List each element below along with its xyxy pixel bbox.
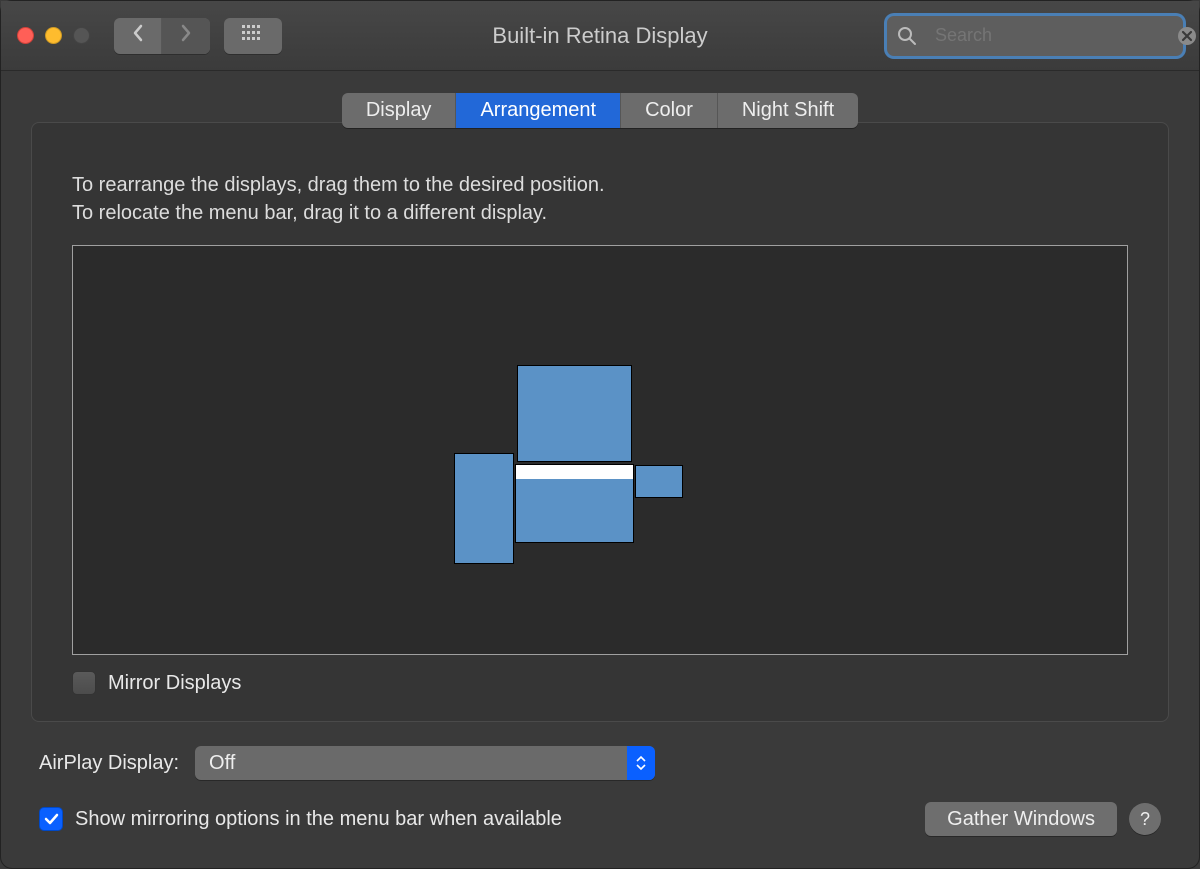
- instructions: To rearrange the displays, drag them to …: [72, 171, 1128, 227]
- titlebar: Built-in Retina Display: [1, 1, 1199, 71]
- show-mirroring-label: Show mirroring options in the menu bar w…: [75, 808, 562, 831]
- search-icon: [897, 26, 917, 46]
- help-icon: ?: [1140, 809, 1150, 830]
- instructions-line-2: To relocate the menu bar, drag it to a d…: [72, 199, 1128, 227]
- display-arrangement-area[interactable]: [72, 245, 1128, 655]
- mirror-displays-label: Mirror Displays: [108, 672, 241, 695]
- traffic-lights: [17, 27, 90, 44]
- content-area: DisplayArrangementColorNight Shift To re…: [1, 71, 1199, 858]
- airplay-label: AirPlay Display:: [39, 752, 179, 775]
- display-left[interactable]: [454, 453, 514, 564]
- airplay-select[interactable]: Off: [195, 746, 655, 780]
- search-field[interactable]: [887, 16, 1183, 56]
- window-minimize-button[interactable]: [45, 27, 62, 44]
- display-main[interactable]: [515, 464, 634, 543]
- tab-night-shift[interactable]: Night Shift: [718, 93, 858, 128]
- show-mirroring-checkbox[interactable]: [39, 807, 63, 831]
- nav-group: [114, 18, 210, 54]
- airplay-value: Off: [209, 752, 235, 775]
- display-top[interactable]: [517, 365, 632, 462]
- chevron-right-icon: [179, 24, 193, 47]
- footer-row: Show mirroring options in the menu bar w…: [39, 802, 1161, 836]
- tab-color[interactable]: Color: [621, 93, 718, 128]
- show-all-preferences-button[interactable]: [224, 18, 282, 54]
- clear-search-icon[interactable]: [1177, 26, 1197, 46]
- mirror-displays-checkbox[interactable]: [72, 671, 96, 695]
- airplay-row: AirPlay Display: Off: [39, 746, 1161, 780]
- help-button[interactable]: ?: [1129, 803, 1161, 835]
- mirror-displays-row: Mirror Displays: [72, 671, 1128, 695]
- gather-windows-label: Gather Windows: [947, 808, 1095, 831]
- back-button[interactable]: [114, 18, 162, 54]
- arrangement-panel: To rearrange the displays, drag them to …: [31, 122, 1169, 722]
- grid-icon: [242, 25, 264, 46]
- tab-bar: DisplayArrangementColorNight Shift: [31, 93, 1169, 128]
- forward-button[interactable]: [162, 18, 210, 54]
- display-right[interactable]: [635, 465, 683, 498]
- search-input[interactable]: [933, 16, 1169, 56]
- window-close-button[interactable]: [17, 27, 34, 44]
- tab-display[interactable]: Display: [342, 93, 457, 128]
- tab-arrangement[interactable]: Arrangement: [456, 93, 621, 128]
- menu-bar-indicator[interactable]: [516, 465, 633, 479]
- gather-windows-button[interactable]: Gather Windows: [925, 802, 1117, 836]
- chevron-left-icon: [131, 24, 145, 47]
- window-zoom-button[interactable]: [73, 27, 90, 44]
- select-stepper-icon: [627, 746, 655, 780]
- instructions-line-1: To rearrange the displays, drag them to …: [72, 171, 1128, 199]
